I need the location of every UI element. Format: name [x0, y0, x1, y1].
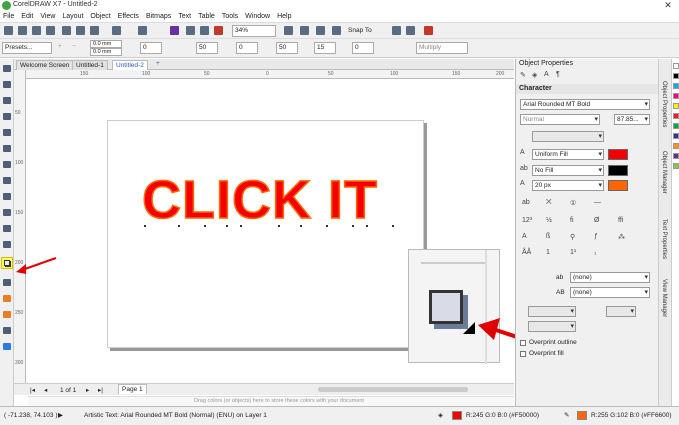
color-swatch[interactable] [673, 143, 679, 149]
font-list-dropdown[interactable]: Arial Rounded MT Bold [520, 99, 650, 110]
page-count: 1 of 1 [60, 387, 77, 394]
y-offset-field[interactable] [528, 321, 576, 332]
character-angle-field[interactable] [606, 306, 636, 317]
character-section-header[interactable]: Character [516, 84, 659, 94]
color-swatch[interactable] [673, 163, 679, 169]
fill-bucket-icon: ◈ [438, 412, 443, 419]
pen-outline-icon: ✎ [564, 412, 570, 419]
arrow-to-callout-head [478, 318, 500, 340]
arrow-to-toolbox-line [21, 257, 57, 271]
color-swatch[interactable] [673, 103, 679, 109]
docker-tabs: Object Properties Object Manager Text Pr… [658, 59, 671, 407]
fractions-icon[interactable]: ½ [546, 217, 552, 224]
outline-width-dropdown[interactable]: 20 px [532, 180, 604, 191]
object-info: Artistic Text: Arial Rounded MT Bold (No… [84, 412, 267, 419]
font-style-dropdown[interactable]: Normal [520, 114, 600, 125]
document-palette[interactable]: Drag colors (or objects) here to store t… [28, 396, 514, 406]
color-swatch[interactable] [673, 153, 679, 159]
old-style-numerals-icon[interactable]: ÅÅ [522, 249, 531, 256]
color-swatch[interactable] [673, 123, 679, 129]
docker-tab-text-properties[interactable]: Text Properties [661, 219, 667, 259]
kerning-field[interactable] [532, 131, 604, 142]
arrow-to-toolbox-head [16, 264, 26, 274]
outline-color-swatch[interactable] [608, 180, 628, 191]
horizontal-scrollbar[interactable] [318, 387, 468, 392]
first-page-icon[interactable]: |◂ [30, 386, 35, 394]
text-fill-icon: A [520, 149, 525, 156]
status-outline-swatch[interactable] [577, 411, 587, 420]
outline-tab-icon[interactable]: ✎ [520, 71, 526, 79]
no-color-swatch[interactable] [673, 63, 679, 69]
superscript-icon[interactable]: ① [570, 199, 576, 207]
text-background-icon: ab [520, 165, 528, 172]
status-fill-swatch[interactable] [452, 411, 462, 420]
status-arrow-icon[interactable]: ▶ [58, 411, 63, 419]
overprint-outline-label: Overprint outline [529, 339, 577, 346]
color-swatch[interactable] [673, 93, 679, 99]
color-swatch[interactable] [673, 73, 679, 79]
underline-icon: ab [556, 274, 564, 281]
next-page-icon[interactable]: ▸ [86, 386, 89, 394]
paragraph-tab-icon[interactable]: ¶ [556, 71, 560, 78]
object-properties-panel: Object Properties ✎ ◈ A ¶ Character Aria… [515, 59, 659, 407]
ornaments-icon[interactable]: ⁂ [618, 233, 625, 241]
page-navigator-bar: |◂ ◂ 1 of 1 ▸ ▸| Page 1 [14, 383, 514, 395]
fill-tab-icon[interactable]: ◈ [532, 71, 537, 79]
all-caps-icon[interactable]: ab [522, 199, 530, 206]
background-color-swatch[interactable] [608, 165, 628, 176]
slashed-zero-icon[interactable]: Ø [594, 217, 599, 224]
tabular-numerals-icon[interactable]: 1 [546, 249, 550, 256]
overprint-fill-checkbox[interactable] [520, 351, 526, 357]
docker-tab-object-properties[interactable]: Object Properties [661, 81, 667, 127]
stylistic-set-icon[interactable]: ffi [618, 217, 623, 224]
small-caps-icon[interactable]: ⨉ [546, 199, 552, 207]
previous-page-icon[interactable]: ◂ [44, 386, 47, 394]
cursor-coordinates: ( -71.238, 74.103 ) [4, 412, 58, 419]
proportional-numerals-icon[interactable]: 1¹ [570, 249, 576, 256]
ligatures-icon[interactable]: fi [570, 217, 574, 224]
text-outline-icon: A [520, 180, 525, 187]
historical-forms-icon[interactable]: ƒ [594, 233, 598, 240]
swash-icon[interactable]: A [522, 233, 527, 240]
uppercase-icon: AB [556, 289, 565, 296]
color-palette [671, 59, 679, 407]
x-offset-field[interactable] [528, 306, 576, 317]
underline-dropdown[interactable]: (none) [570, 272, 650, 283]
ordinals-icon[interactable]: 12³ [522, 217, 532, 224]
document-palette-hint: Drag colors (or objects) here to store t… [194, 398, 364, 404]
character-tab-icon[interactable]: A [544, 71, 549, 78]
panel-title: Object Properties [516, 59, 659, 69]
overprint-outline-checkbox[interactable] [520, 340, 526, 346]
last-page-icon[interactable]: ▸| [98, 386, 103, 394]
color-swatch[interactable] [673, 113, 679, 119]
small-capitals-icon[interactable]: ₁ [594, 249, 596, 256]
page-tab[interactable]: Page 1 [118, 384, 147, 394]
background-fill-dropdown[interactable]: No Fill [532, 165, 604, 176]
docker-tab-view-manager[interactable]: View Manager [661, 279, 667, 317]
status-bar: ( -71.238, 74.103 ) ▶ Artistic Text: Ari… [0, 406, 679, 425]
font-size-field[interactable]: 87.85... [614, 114, 650, 125]
titling-alternative-icon[interactable]: ⚲ [570, 233, 575, 241]
docker-tab-object-manager[interactable]: Object Manager [661, 151, 667, 194]
contextual-alternative-icon[interactable]: ß [546, 233, 550, 240]
fill-type-dropdown[interactable]: Uniform Fill [532, 149, 604, 160]
status-outline-color: R:255 G:102 B:0 (#FF6600) [591, 412, 672, 419]
status-fill-color: R:245 G:0 B:0 (#F50000) [466, 412, 539, 419]
color-swatch[interactable] [673, 133, 679, 139]
overprint-fill-label: Overprint fill [529, 350, 564, 357]
color-swatch[interactable] [673, 83, 679, 89]
subscript-icon[interactable]: — [594, 199, 601, 206]
uppercase-dropdown[interactable]: (none) [570, 287, 650, 298]
fill-color-swatch[interactable] [608, 149, 628, 160]
